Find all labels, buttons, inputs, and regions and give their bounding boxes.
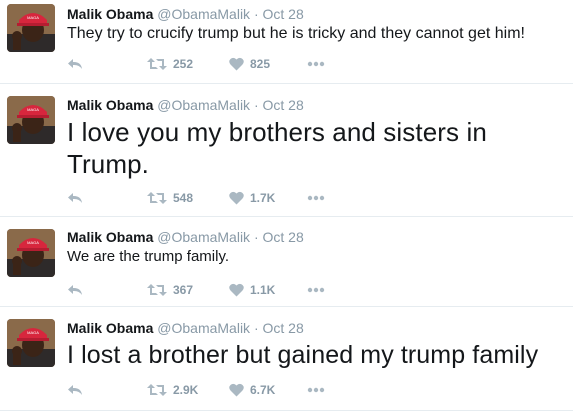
heart-icon xyxy=(229,57,244,71)
tweet-text: I lost a brother but gained my trump fam… xyxy=(67,341,539,369)
retweet-button[interactable]: 252 xyxy=(147,54,193,74)
svg-text:MAGA: MAGA xyxy=(27,330,39,335)
more-button[interactable] xyxy=(307,280,325,300)
more-button[interactable] xyxy=(307,188,325,208)
like-count: 6.7K xyxy=(250,383,276,397)
retweet-icon xyxy=(147,58,167,70)
more-button[interactable] xyxy=(307,54,325,74)
heart-icon xyxy=(229,383,244,397)
reply-button[interactable] xyxy=(67,188,83,208)
separator: · xyxy=(253,6,259,22)
retweet-button[interactable]: 548 xyxy=(147,188,193,208)
retweet-icon xyxy=(147,384,167,396)
separator: · xyxy=(253,320,259,336)
like-count: 1.1K xyxy=(250,283,276,297)
svg-text:MAGA: MAGA xyxy=(27,107,39,112)
display-name[interactable]: Malik Obama xyxy=(67,229,153,245)
more-icon xyxy=(307,61,325,67)
like-count: 825 xyxy=(250,57,271,71)
tweet-text: I love you my brothers and sisters in Tr… xyxy=(67,117,487,179)
heart-icon xyxy=(229,283,244,297)
retweet-button[interactable]: 367 xyxy=(147,280,193,300)
display-name[interactable]: Malik Obama xyxy=(67,6,153,22)
reply-button[interactable] xyxy=(67,380,83,400)
tweet-date[interactable]: Oct 28 xyxy=(263,6,304,22)
tweet[interactable]: MAGA Malik Obama @ObamaMalik · Oct 28 I … xyxy=(0,307,573,411)
tweet-text: We are the trump family. xyxy=(67,248,229,265)
reply-icon xyxy=(68,285,82,295)
user-handle[interactable]: @ObamaMalik xyxy=(157,320,250,336)
retweet-count: 548 xyxy=(173,191,194,205)
avatar[interactable]: MAGA xyxy=(7,96,55,144)
user-handle[interactable]: @ObamaMalik xyxy=(157,229,250,245)
more-button[interactable] xyxy=(307,380,325,400)
tweet-header: Malik Obama @ObamaMalik · Oct 28 xyxy=(67,96,304,114)
retweet-count: 367 xyxy=(173,283,194,297)
retweet-button[interactable]: 2.9K xyxy=(147,380,198,400)
like-button[interactable]: 1.7K xyxy=(229,188,275,208)
tweet-date[interactable]: Oct 28 xyxy=(263,97,304,113)
retweet-count: 252 xyxy=(173,57,194,71)
heart-icon xyxy=(229,191,244,205)
more-icon xyxy=(307,387,325,393)
tweet-date[interactable]: Oct 28 xyxy=(263,229,304,245)
reply-button[interactable] xyxy=(67,54,83,74)
tweet[interactable]: MAGA Malik Obama @ObamaMalik · Oct 28 We… xyxy=(0,217,573,307)
avatar[interactable]: MAGA xyxy=(7,229,55,277)
tweet-header: Malik Obama @ObamaMalik · Oct 28 xyxy=(67,228,304,246)
reply-icon xyxy=(68,385,82,395)
avatar[interactable]: MAGA xyxy=(7,4,55,52)
like-button[interactable]: 825 xyxy=(229,54,270,74)
tweet-header: Malik Obama @ObamaMalik · Oct 28 xyxy=(67,5,304,23)
more-icon xyxy=(307,287,325,293)
like-button[interactable]: 1.1K xyxy=(229,280,275,300)
reply-icon xyxy=(68,59,82,69)
tweet-text: They try to crucify trump but he is tric… xyxy=(67,25,525,42)
retweet-count: 2.9K xyxy=(173,383,199,397)
reply-icon xyxy=(68,193,82,203)
retweet-icon xyxy=(147,284,167,296)
avatar[interactable]: MAGA xyxy=(7,319,55,367)
retweet-icon xyxy=(147,192,167,204)
user-handle[interactable]: @ObamaMalik xyxy=(157,6,250,22)
svg-text:MAGA: MAGA xyxy=(27,15,39,20)
user-handle[interactable]: @ObamaMalik xyxy=(157,97,250,113)
tweet-header: Malik Obama @ObamaMalik · Oct 28 xyxy=(67,319,304,337)
like-button[interactable]: 6.7K xyxy=(229,380,275,400)
svg-text:MAGA: MAGA xyxy=(27,240,39,245)
more-icon xyxy=(307,195,325,201)
display-name[interactable]: Malik Obama xyxy=(67,320,153,336)
display-name[interactable]: Malik Obama xyxy=(67,97,153,113)
tweet[interactable]: MAGA Malik Obama @ObamaMalik · Oct 28 Th… xyxy=(0,0,573,84)
tweet[interactable]: MAGA Malik Obama @ObamaMalik · Oct 28 I … xyxy=(0,84,573,217)
reply-button[interactable] xyxy=(67,280,83,300)
tweet-date[interactable]: Oct 28 xyxy=(263,320,304,336)
separator: · xyxy=(253,97,259,113)
like-count: 1.7K xyxy=(250,191,276,205)
separator: · xyxy=(253,229,259,245)
